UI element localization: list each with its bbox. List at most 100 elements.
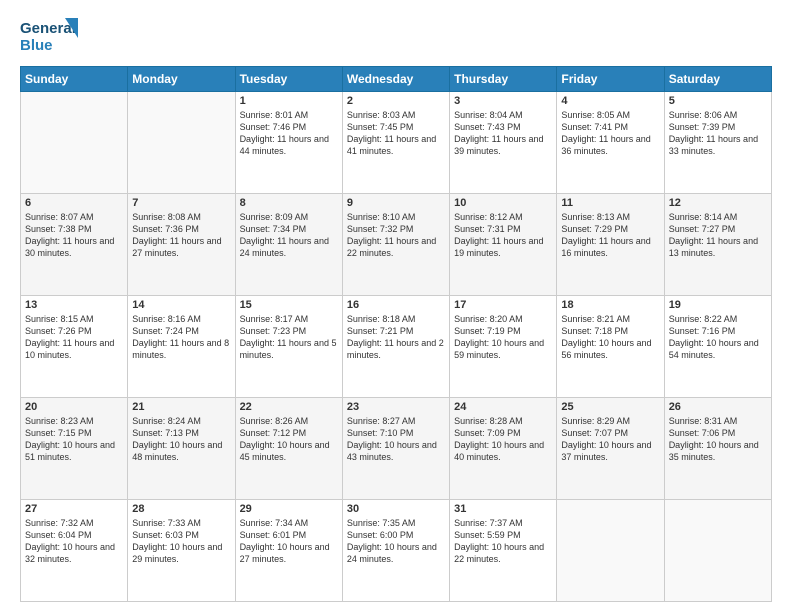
day-number: 8 — [240, 197, 338, 209]
week-row-5: 27 Sunrise: 7:32 AM Sunset: 6:04 PM Dayli… — [21, 500, 772, 602]
svg-text:Blue: Blue — [20, 37, 53, 54]
weekday-header-thursday: Thursday — [450, 67, 557, 92]
day-number: 4 — [561, 95, 659, 107]
cell-content: Sunrise: 7:33 AM Sunset: 6:03 PM Dayligh… — [132, 517, 230, 566]
cell-content: Sunrise: 8:31 AM Sunset: 7:06 PM Dayligh… — [669, 415, 767, 464]
week-row-1: 1Sunrise: 8:01 AM Sunset: 7:46 PM Daylig… — [21, 92, 772, 194]
day-number: 31 — [454, 503, 552, 515]
calendar-cell: 17 Sunrise: 8:20 AM Sunset: 7:19 PM Dayli… — [450, 296, 557, 398]
calendar-cell: 16 Sunrise: 8:18 AM Sunset: 7:21 PM Dayli… — [342, 296, 449, 398]
svg-text:General: General — [20, 20, 76, 37]
day-number: 2 — [347, 95, 445, 107]
calendar-cell: 19Sunrise: 8:22 AM Sunset: 7:16 PM Dayli… — [664, 296, 771, 398]
day-number: 27 — [25, 503, 123, 515]
cell-content: Sunrise: 8:23 AM Sunset: 7:15 PM Dayligh… — [25, 415, 123, 464]
calendar-cell: 9 Sunrise: 8:10 AM Sunset: 7:32 PM Daylig… — [342, 194, 449, 296]
cell-content: Sunrise: 8:16 AM Sunset: 7:24 PM Dayligh… — [132, 313, 230, 362]
day-number: 17 — [454, 299, 552, 311]
cell-content: Sunrise: 8:12 AM Sunset: 7:31 PM Dayligh… — [454, 211, 552, 260]
cell-content: Sunrise: 8:09 AM Sunset: 7:34 PM Dayligh… — [240, 211, 338, 260]
calendar-cell: 26 Sunrise: 8:31 AM Sunset: 7:06 PM Dayli… — [664, 398, 771, 500]
day-number: 12 — [669, 197, 767, 209]
calendar-cell: 8 Sunrise: 8:09 AM Sunset: 7:34 PM Daylig… — [235, 194, 342, 296]
calendar-cell: 15Sunrise: 8:17 AM Sunset: 7:23 PM Dayli… — [235, 296, 342, 398]
day-number: 30 — [347, 503, 445, 515]
calendar-page: GeneralBlue SundayMondayTuesdayWednesday… — [0, 0, 792, 612]
calendar-cell: 22 Sunrise: 8:26 AM Sunset: 7:12 PM Dayli… — [235, 398, 342, 500]
calendar-cell: 27 Sunrise: 7:32 AM Sunset: 6:04 PM Dayli… — [21, 500, 128, 602]
weekday-header-sunday: Sunday — [21, 67, 128, 92]
day-number: 29 — [240, 503, 338, 515]
calendar-cell: 10 Sunrise: 8:12 AM Sunset: 7:31 PM Dayli… — [450, 194, 557, 296]
day-number: 21 — [132, 401, 230, 413]
weekday-header-row: SundayMondayTuesdayWednesdayThursdayFrid… — [21, 67, 772, 92]
week-row-3: 13 Sunrise: 8:15 AM Sunset: 7:26 PM Dayli… — [21, 296, 772, 398]
cell-content: Sunrise: 8:13 AM Sunset: 7:29 PM Dayligh… — [561, 211, 659, 260]
calendar-cell: 31 Sunrise: 7:37 AM Sunset: 5:59 PM Dayli… — [450, 500, 557, 602]
calendar-cell: 12 Sunrise: 8:14 AM Sunset: 7:27 PM Dayli… — [664, 194, 771, 296]
cell-content: Sunrise: 8:17 AM Sunset: 7:23 PM Dayligh… — [240, 313, 338, 362]
calendar-cell — [128, 92, 235, 194]
calendar-cell: 28 Sunrise: 7:33 AM Sunset: 6:03 PM Dayli… — [128, 500, 235, 602]
day-number: 5 — [669, 95, 767, 107]
day-number: 13 — [25, 299, 123, 311]
weekday-header-wednesday: Wednesday — [342, 67, 449, 92]
header: GeneralBlue — [20, 16, 772, 56]
calendar-cell: 30 Sunrise: 7:35 AM Sunset: 6:00 PM Dayli… — [342, 500, 449, 602]
calendar-cell: 18 Sunrise: 8:21 AM Sunset: 7:18 PM Dayli… — [557, 296, 664, 398]
day-number: 26 — [669, 401, 767, 413]
cell-content: Sunrise: 8:07 AM Sunset: 7:38 PM Dayligh… — [25, 211, 123, 260]
calendar-cell: 13 Sunrise: 8:15 AM Sunset: 7:26 PM Dayli… — [21, 296, 128, 398]
cell-content: Sunrise: 8:26 AM Sunset: 7:12 PM Dayligh… — [240, 415, 338, 464]
calendar-table: SundayMondayTuesdayWednesdayThursdayFrid… — [20, 66, 772, 602]
day-number: 7 — [132, 197, 230, 209]
weekday-header-monday: Monday — [128, 67, 235, 92]
cell-content: Sunrise: 8:28 AM Sunset: 7:09 PM Dayligh… — [454, 415, 552, 464]
cell-content: Sunrise: 8:21 AM Sunset: 7:18 PM Dayligh… — [561, 313, 659, 362]
day-number: 9 — [347, 197, 445, 209]
cell-content: Sunrise: 8:20 AM Sunset: 7:19 PM Dayligh… — [454, 313, 552, 362]
cell-content: Sunrise: 8:04 AM Sunset: 7:43 PM Dayligh… — [454, 109, 552, 158]
calendar-cell: 1Sunrise: 8:01 AM Sunset: 7:46 PM Daylig… — [235, 92, 342, 194]
day-number: 28 — [132, 503, 230, 515]
cell-content: Sunrise: 8:06 AM Sunset: 7:39 PM Dayligh… — [669, 109, 767, 158]
calendar-cell: 5 Sunrise: 8:06 AM Sunset: 7:39 PM Daylig… — [664, 92, 771, 194]
cell-content: Sunrise: 8:24 AM Sunset: 7:13 PM Dayligh… — [132, 415, 230, 464]
calendar-cell: 2 Sunrise: 8:03 AM Sunset: 7:45 PM Daylig… — [342, 92, 449, 194]
weekday-header-friday: Friday — [557, 67, 664, 92]
day-number: 10 — [454, 197, 552, 209]
day-number: 18 — [561, 299, 659, 311]
cell-content: Sunrise: 8:10 AM Sunset: 7:32 PM Dayligh… — [347, 211, 445, 260]
calendar-cell: 14 Sunrise: 8:16 AM Sunset: 7:24 PM Dayli… — [128, 296, 235, 398]
cell-content: Sunrise: 8:18 AM Sunset: 7:21 PM Dayligh… — [347, 313, 445, 362]
calendar-cell: 7Sunrise: 8:08 AM Sunset: 7:36 PM Daylig… — [128, 194, 235, 296]
cell-content: Sunrise: 8:01 AM Sunset: 7:46 PM Dayligh… — [240, 109, 338, 158]
cell-content: Sunrise: 8:03 AM Sunset: 7:45 PM Dayligh… — [347, 109, 445, 158]
cell-content: Sunrise: 8:14 AM Sunset: 7:27 PM Dayligh… — [669, 211, 767, 260]
day-number: 25 — [561, 401, 659, 413]
day-number: 16 — [347, 299, 445, 311]
cell-content: Sunrise: 8:15 AM Sunset: 7:26 PM Dayligh… — [25, 313, 123, 362]
calendar-cell: 21 Sunrise: 8:24 AM Sunset: 7:13 PM Dayli… — [128, 398, 235, 500]
day-number: 19 — [669, 299, 767, 311]
logo: GeneralBlue — [20, 16, 80, 56]
week-row-4: 20 Sunrise: 8:23 AM Sunset: 7:15 PM Dayli… — [21, 398, 772, 500]
calendar-cell — [664, 500, 771, 602]
calendar-cell — [557, 500, 664, 602]
day-number: 22 — [240, 401, 338, 413]
week-row-2: 6 Sunrise: 8:07 AM Sunset: 7:38 PM Daylig… — [21, 194, 772, 296]
calendar-cell: 6 Sunrise: 8:07 AM Sunset: 7:38 PM Daylig… — [21, 194, 128, 296]
cell-content: Sunrise: 7:37 AM Sunset: 5:59 PM Dayligh… — [454, 517, 552, 566]
day-number: 20 — [25, 401, 123, 413]
calendar-cell — [21, 92, 128, 194]
day-number: 6 — [25, 197, 123, 209]
cell-content: Sunrise: 8:29 AM Sunset: 7:07 PM Dayligh… — [561, 415, 659, 464]
cell-content: Sunrise: 7:35 AM Sunset: 6:00 PM Dayligh… — [347, 517, 445, 566]
day-number: 23 — [347, 401, 445, 413]
day-number: 24 — [454, 401, 552, 413]
calendar-cell: 3Sunrise: 8:04 AM Sunset: 7:43 PM Daylig… — [450, 92, 557, 194]
weekday-header-tuesday: Tuesday — [235, 67, 342, 92]
cell-content: Sunrise: 7:32 AM Sunset: 6:04 PM Dayligh… — [25, 517, 123, 566]
day-number: 14 — [132, 299, 230, 311]
day-number: 11 — [561, 197, 659, 209]
